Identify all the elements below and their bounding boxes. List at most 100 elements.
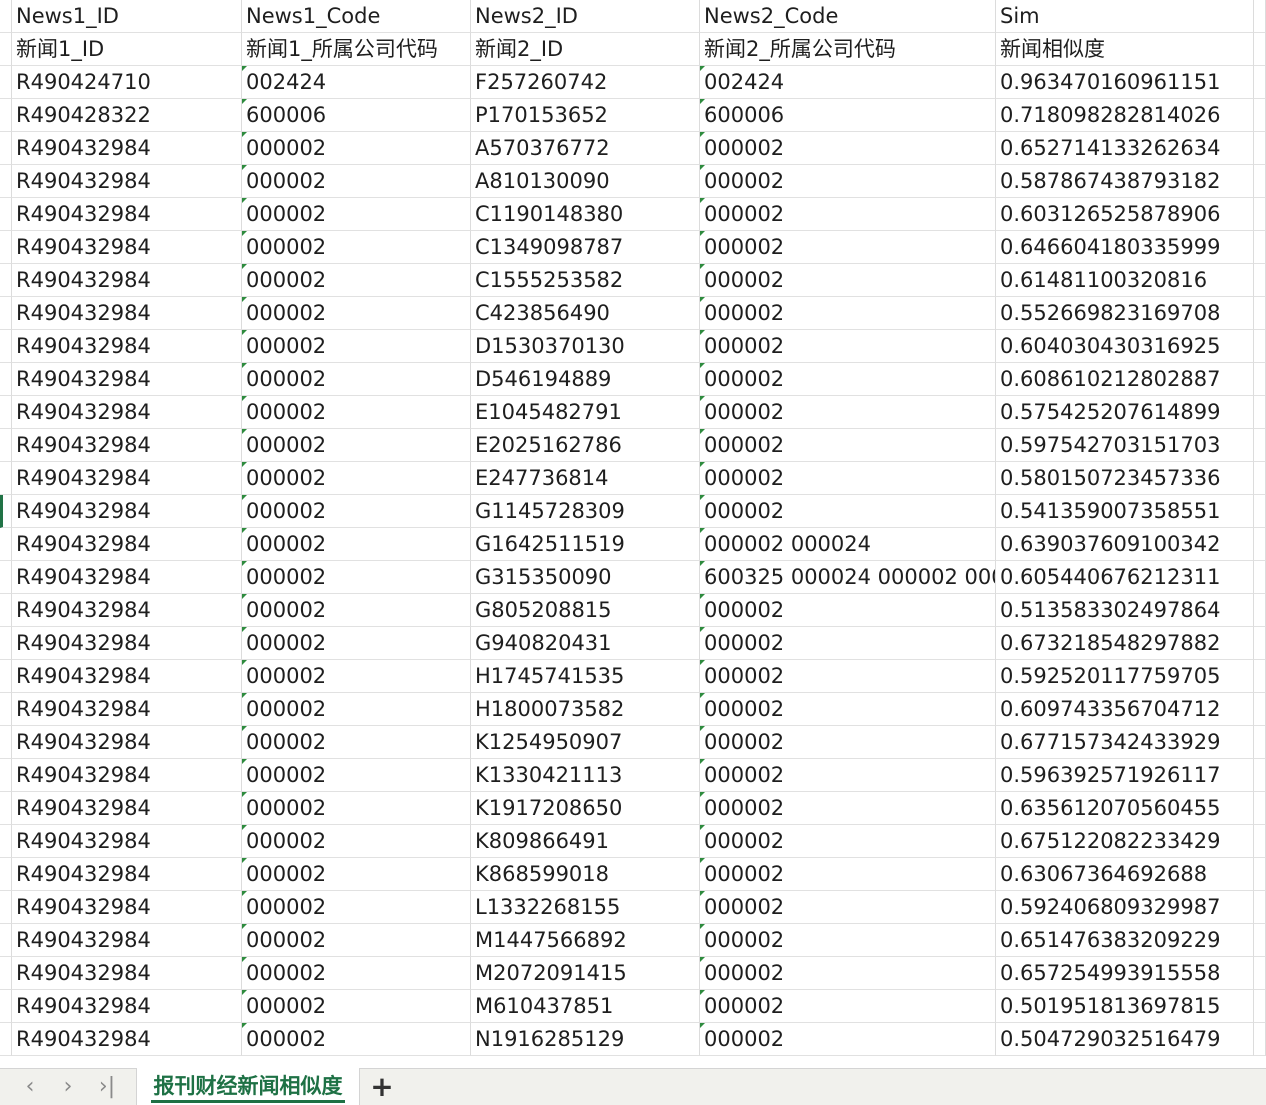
header-cell-news2-code[interactable]: News2_Code [700,0,996,33]
news1-code-cell[interactable]: 000002 [242,957,471,990]
news2-code-cell[interactable]: 000002 [700,825,996,858]
sim-cell[interactable]: 0.552669823169708 [996,297,1254,330]
news1-id-cell[interactable]: R490432984 [12,660,242,693]
news2-id-cell[interactable]: C423856490 [471,297,700,330]
sim-cell[interactable]: 0.657254993915558 [996,957,1254,990]
news1-code-cell[interactable]: 000002 [242,495,471,528]
header-cell-news2-code-cn[interactable]: 新闻2_所属公司代码 [700,33,996,66]
row-header[interactable] [0,330,12,363]
news2-code-cell[interactable]: 000002 [700,891,996,924]
news2-id-cell[interactable]: P170153652 [471,99,700,132]
news2-id-cell[interactable]: A810130090 [471,165,700,198]
news1-id-cell[interactable]: R490428322 [12,99,242,132]
news2-id-cell[interactable]: G315350090 [471,561,700,594]
news1-code-cell[interactable]: 000002 [242,462,471,495]
empty-cell[interactable] [1254,363,1266,396]
news1-id-cell[interactable]: R490432984 [12,495,242,528]
sim-cell[interactable]: 0.592406809329987 [996,891,1254,924]
sim-cell[interactable]: 0.604030430316925 [996,330,1254,363]
news2-code-cell[interactable]: 000002 [700,165,996,198]
news1-code-cell[interactable]: 000002 [242,396,471,429]
empty-cell[interactable] [1254,495,1266,528]
news1-id-cell[interactable]: R490432984 [12,726,242,759]
sim-cell[interactable]: 0.639037609100342 [996,528,1254,561]
news2-code-cell[interactable]: 000002 [700,594,996,627]
news2-id-cell[interactable]: M2072091415 [471,957,700,990]
header-cell-sim[interactable]: Sim [996,0,1254,33]
sim-cell[interactable]: 0.605440676212311 [996,561,1254,594]
row-header[interactable] [0,198,12,231]
news1-code-cell[interactable]: 000002 [242,264,471,297]
news1-id-cell[interactable]: R490432984 [12,858,242,891]
header-cell-sim-cn[interactable]: 新闻相似度 [996,33,1254,66]
news1-id-cell[interactable]: R490424710 [12,66,242,99]
news1-id-cell[interactable]: R490432984 [12,957,242,990]
news1-code-cell[interactable]: 600006 [242,99,471,132]
news2-code-cell[interactable]: 000002 [700,495,996,528]
news1-code-cell[interactable]: 000002 [242,924,471,957]
news2-code-cell[interactable]: 000002 [700,924,996,957]
news2-id-cell[interactable]: A570376772 [471,132,700,165]
empty-cell[interactable] [1254,957,1266,990]
news1-id-cell[interactable]: R490432984 [12,891,242,924]
news1-code-cell[interactable]: 000002 [242,231,471,264]
empty-cell[interactable] [1254,132,1266,165]
news1-id-cell[interactable]: R490432984 [12,297,242,330]
row-header[interactable] [0,363,12,396]
news2-id-cell[interactable]: G1145728309 [471,495,700,528]
news1-id-cell[interactable]: R490432984 [12,363,242,396]
plus-icon[interactable]: + [366,1069,398,1105]
news2-code-cell[interactable]: 000002 [700,990,996,1023]
row-header[interactable] [0,759,12,792]
row-header[interactable] [0,891,12,924]
news1-id-cell[interactable]: R490432984 [12,1023,242,1056]
news2-code-cell[interactable]: 000002 [700,726,996,759]
row-header[interactable] [0,990,12,1023]
header-cell-news1-code-cn[interactable]: 新闻1_所属公司代码 [242,33,471,66]
chevron-right-icon[interactable]: › [54,1069,82,1105]
news1-code-cell[interactable]: 000002 [242,693,471,726]
news1-id-cell[interactable]: R490432984 [12,693,242,726]
news1-id-cell[interactable]: R490432984 [12,792,242,825]
row-header[interactable] [0,528,12,561]
news2-id-cell[interactable]: K809866491 [471,825,700,858]
sim-cell[interactable]: 0.673218548297882 [996,627,1254,660]
row-header[interactable] [0,264,12,297]
news1-id-cell[interactable]: R490432984 [12,561,242,594]
sim-cell[interactable]: 0.646604180335999 [996,231,1254,264]
chevron-left-icon[interactable]: ‹ [16,1069,44,1105]
sim-cell[interactable]: 0.596392571926117 [996,759,1254,792]
news1-code-cell[interactable]: 000002 [242,759,471,792]
empty-cell[interactable] [1254,660,1266,693]
news1-id-cell[interactable]: R490432984 [12,330,242,363]
empty-cell[interactable] [1254,198,1266,231]
sim-cell[interactable]: 0.608610212802887 [996,363,1254,396]
empty-cell[interactable] [1254,627,1266,660]
row-header[interactable] [0,957,12,990]
sim-cell[interactable]: 0.580150723457336 [996,462,1254,495]
empty-cell[interactable] [1254,99,1266,132]
news1-code-cell[interactable]: 000002 [242,726,471,759]
news2-id-cell[interactable]: E2025162786 [471,429,700,462]
news2-code-cell[interactable]: 000002 [700,264,996,297]
news2-code-cell[interactable]: 000002 [700,198,996,231]
empty-cell[interactable] [1254,1023,1266,1056]
sim-cell[interactable]: 0.61481100320816 [996,264,1254,297]
news2-id-cell[interactable]: C1190148380 [471,198,700,231]
news1-code-cell[interactable]: 000002 [242,528,471,561]
news1-id-cell[interactable]: R490432984 [12,759,242,792]
empty-cell[interactable] [1254,825,1266,858]
empty-cell[interactable] [1254,264,1266,297]
news1-id-cell[interactable]: R490432984 [12,990,242,1023]
news2-id-cell[interactable]: H1800073582 [471,693,700,726]
news2-id-cell[interactable]: E247736814 [471,462,700,495]
header-cell-news1-code[interactable]: News1_Code [242,0,471,33]
news1-code-cell[interactable]: 000002 [242,363,471,396]
news1-code-cell[interactable]: 002424 [242,66,471,99]
news2-id-cell[interactable]: K868599018 [471,858,700,891]
empty-cell[interactable] [1254,528,1266,561]
news2-id-cell[interactable]: C1555253582 [471,264,700,297]
row-header[interactable] [0,297,12,330]
news2-code-cell[interactable]: 000002 [700,429,996,462]
sim-cell[interactable]: 0.609743356704712 [996,693,1254,726]
